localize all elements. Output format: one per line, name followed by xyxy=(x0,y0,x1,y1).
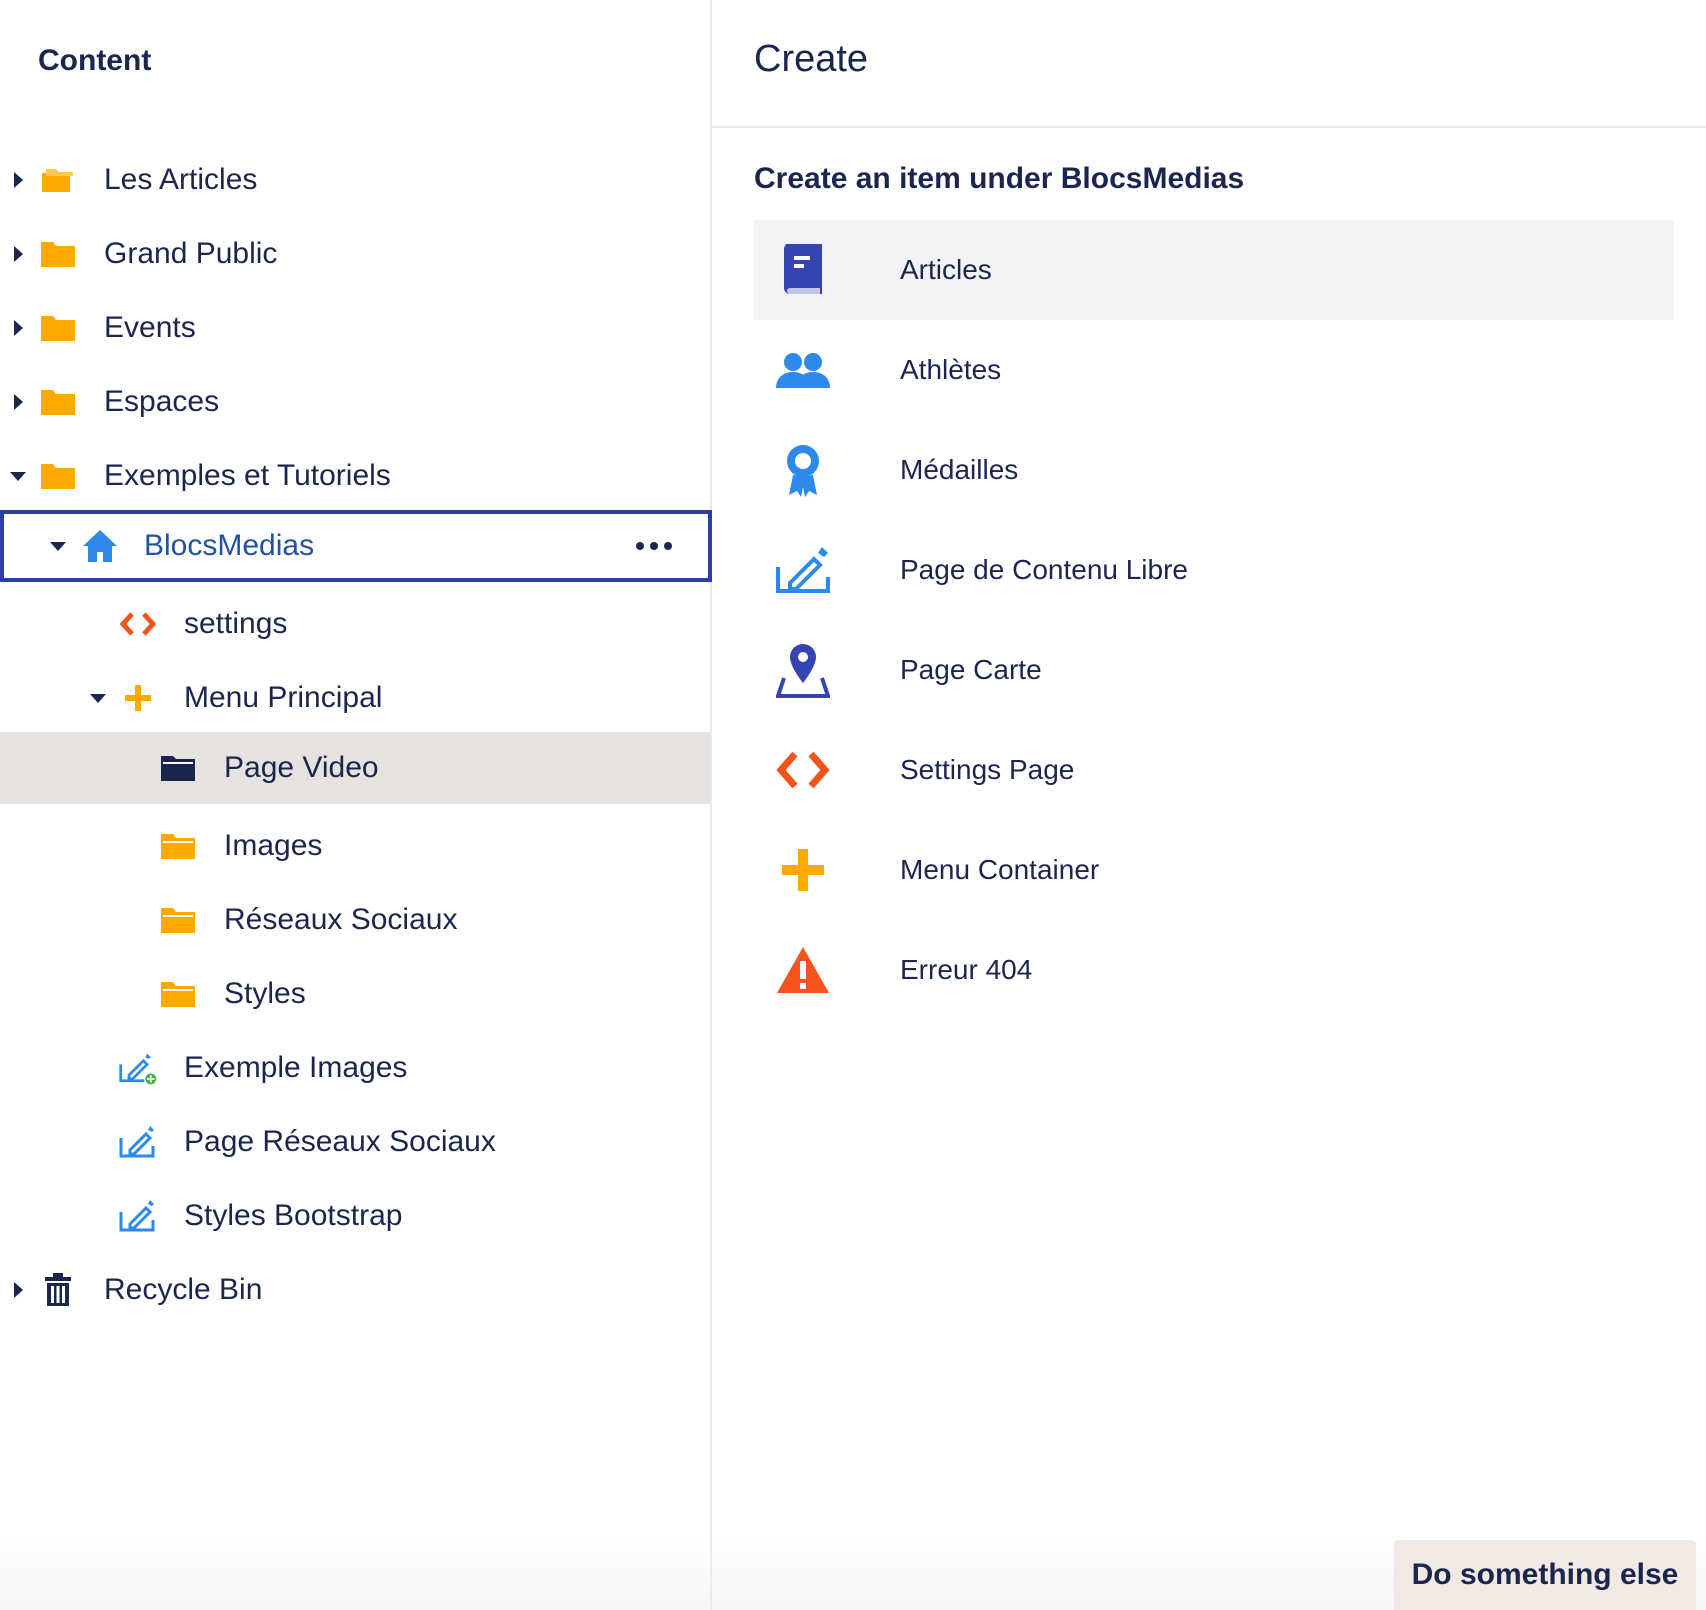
users-icon xyxy=(774,341,832,399)
content-type-label: Articles xyxy=(900,254,992,285)
edit-icon xyxy=(774,541,832,599)
plus-icon xyxy=(774,841,832,899)
content-type-articles[interactable]: Articles xyxy=(754,220,1674,320)
tree-item-label: Réseaux Sociaux xyxy=(224,903,458,936)
tree-item-label: BlocsMedias xyxy=(144,529,315,562)
collapse-caret[interactable] xyxy=(90,690,106,706)
dot-icon xyxy=(664,542,672,550)
content-tree-pane: Content Les Articles Grand Public Events… xyxy=(0,0,712,1610)
dot-icon xyxy=(636,542,644,550)
tree-item-menu-principal[interactable]: Menu Principal xyxy=(0,662,710,734)
tree-item-exemples-et-tutoriels[interactable]: Exemples et Tutoriels xyxy=(0,440,710,512)
content-type-page-carte[interactable]: Page Carte xyxy=(754,620,1674,720)
tree-item-exemple-images[interactable]: Exemple Images xyxy=(0,1032,710,1104)
edit-icon xyxy=(118,1122,158,1162)
folder-dark-icon xyxy=(158,748,198,788)
tree-item-les-articles[interactable]: Les Articles xyxy=(0,144,710,216)
tree-item-styles[interactable]: Styles xyxy=(0,958,710,1030)
content-type-erreur-404[interactable]: Erreur 404 xyxy=(754,920,1674,1020)
content-type-page-de-contenu-libre[interactable]: Page de Contenu Libre xyxy=(754,520,1674,620)
expand-caret[interactable] xyxy=(10,394,26,410)
folder-icon xyxy=(38,308,78,348)
content-type-settings-page[interactable]: Settings Page xyxy=(754,720,1674,820)
create-pane: Create Create an item under BlocsMedias … xyxy=(712,0,1706,1610)
tree-item-recycle-bin[interactable]: Recycle Bin xyxy=(0,1254,710,1326)
tree-item-label: Events xyxy=(104,311,196,344)
trash-icon xyxy=(38,1270,78,1310)
tree-item-styles-bootstrap[interactable]: Styles Bootstrap xyxy=(0,1180,710,1252)
tree-item-reseaux-sociaux[interactable]: Réseaux Sociaux xyxy=(0,884,710,956)
content-type-label: Menu Container xyxy=(900,854,1100,885)
tree-item-label: Images xyxy=(224,829,323,862)
content-type-list: Articles Athlètes Médailles Page de Cont… xyxy=(754,220,1674,1020)
tree-item-label: Page Video xyxy=(224,751,379,784)
create-header: Create xyxy=(712,0,1706,128)
dot-icon xyxy=(650,542,658,550)
tree-item-images[interactable]: Images xyxy=(0,810,710,882)
tree-item-label: settings xyxy=(184,607,288,640)
tree-item-page-reseaux-sociaux[interactable]: Page Réseaux Sociaux xyxy=(0,1106,710,1178)
tree-item-label: Menu Principal xyxy=(184,681,383,714)
plus-icon xyxy=(118,678,158,718)
edit-add-icon xyxy=(118,1048,158,1088)
medal-icon xyxy=(774,441,832,499)
map-pin-icon xyxy=(774,641,832,699)
content-type-label: Settings Page xyxy=(900,754,1075,785)
folder-icon xyxy=(38,382,78,422)
folder-icon xyxy=(38,456,78,496)
tree-item-label: Les Articles xyxy=(104,163,258,196)
tree-item-label: Styles Bootstrap xyxy=(184,1199,403,1232)
do-something-else-button[interactable]: Do something else xyxy=(1394,1540,1696,1610)
create-title: Create xyxy=(754,38,869,80)
tree-item-blocsmedias[interactable]: BlocsMedias xyxy=(0,510,712,582)
tree-item-events[interactable]: Events xyxy=(0,292,710,364)
tree-item-label: Espaces xyxy=(104,385,220,418)
content-type-label: Athlètes xyxy=(900,354,1002,385)
tree-item-label: Exemple Images xyxy=(184,1051,408,1084)
folder-icon xyxy=(158,900,198,940)
content-type-athletes[interactable]: Athlètes xyxy=(754,320,1674,420)
content-type-menu-container[interactable]: Menu Container xyxy=(754,820,1674,920)
content-type-label: Page de Contenu Libre xyxy=(900,554,1188,585)
tree-item-page-video[interactable]: Page Video xyxy=(0,732,710,804)
warning-icon xyxy=(774,941,832,999)
folder-open-icon xyxy=(38,160,78,200)
create-subtitle: Create an item under BlocsMedias xyxy=(754,162,1245,195)
content-type-label: Médailles xyxy=(900,454,1019,485)
expand-caret[interactable] xyxy=(10,1282,26,1298)
expand-caret[interactable] xyxy=(10,320,26,336)
folder-icon xyxy=(158,826,198,866)
tree-title: Content xyxy=(38,44,152,77)
home-icon xyxy=(80,526,120,566)
edit-icon xyxy=(118,1196,158,1236)
tree-item-label: Page Réseaux Sociaux xyxy=(184,1125,496,1158)
expand-caret[interactable] xyxy=(10,172,26,188)
expand-caret[interactable] xyxy=(10,246,26,262)
tree-item-label: Grand Public xyxy=(104,237,278,270)
tree-item-settings[interactable]: settings xyxy=(0,588,710,660)
code-icon xyxy=(774,741,832,799)
collapse-caret[interactable] xyxy=(50,538,66,554)
tree-item-label: Styles xyxy=(224,977,306,1010)
tree-item-label: Exemples et Tutoriels xyxy=(104,459,391,492)
folder-icon xyxy=(158,974,198,1014)
tree-item-espaces[interactable]: Espaces xyxy=(0,366,710,438)
code-icon xyxy=(118,604,158,644)
content-type-label: Erreur 404 xyxy=(900,954,1033,985)
tree-item-grand-public[interactable]: Grand Public xyxy=(0,218,710,290)
tree-item-label: Recycle Bin xyxy=(104,1273,263,1306)
folder-icon xyxy=(38,234,78,274)
book-icon xyxy=(774,241,832,299)
content-type-medailles[interactable]: Médailles xyxy=(754,420,1674,520)
content-type-label: Page Carte xyxy=(900,654,1042,685)
more-actions-button[interactable] xyxy=(624,522,684,570)
collapse-caret[interactable] xyxy=(10,468,26,484)
